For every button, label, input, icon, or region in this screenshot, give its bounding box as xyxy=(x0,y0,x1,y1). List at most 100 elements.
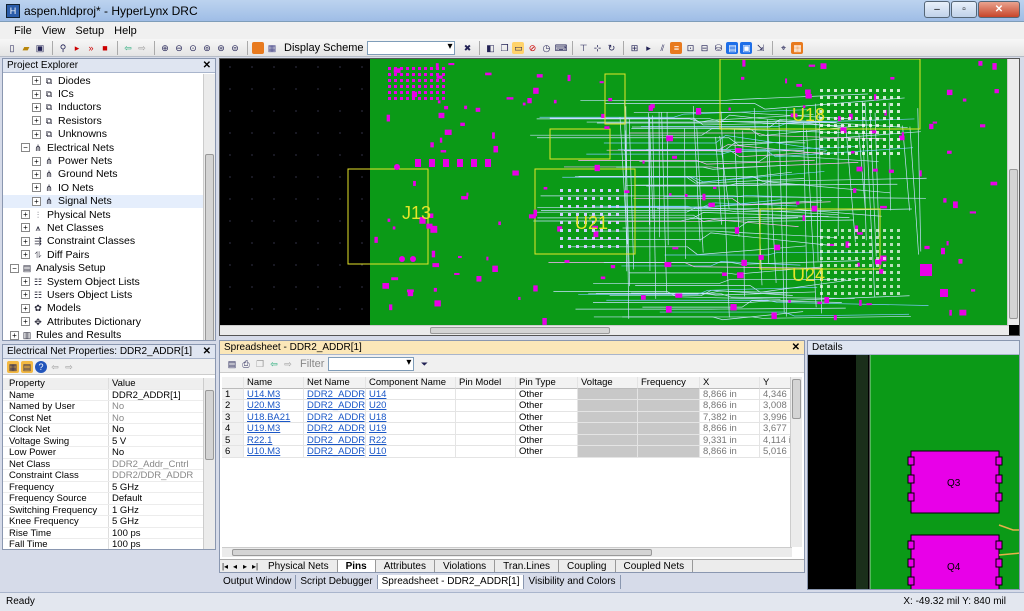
cell-comp[interactable]: U19 xyxy=(366,423,456,435)
check-icon[interactable]: ▣ xyxy=(740,41,753,54)
cell-name[interactable]: U20.M3 xyxy=(244,400,304,412)
maximize-button[interactable]: ▫ xyxy=(951,1,977,18)
sheet-tab[interactable]: Tran.Lines xyxy=(495,559,560,572)
expand-toggle-icon[interactable]: + xyxy=(32,116,41,126)
sheet-tab[interactable]: Coupled Nets xyxy=(616,559,694,572)
layer-stack-icon[interactable]: ≡ xyxy=(670,41,683,54)
property-row[interactable]: Rise Time 100 ps xyxy=(3,527,203,539)
tree-item[interactable]: + ☷ Users Object Lists xyxy=(3,288,203,301)
rule-icon[interactable]: ⊟ xyxy=(698,42,710,54)
tree-item[interactable]: + ⩚ Net Classes xyxy=(3,221,203,234)
expand-toggle-icon[interactable]: + xyxy=(32,156,41,166)
run-icon[interactable]: ▸ xyxy=(71,42,83,54)
close-window-button[interactable]: ✕ xyxy=(978,1,1020,18)
column-header[interactable]: Net Name xyxy=(304,377,366,389)
expand-toggle-icon[interactable]: + xyxy=(21,290,30,300)
keyboard-icon[interactable]: ⌨ xyxy=(554,42,567,54)
menu-file[interactable]: File xyxy=(14,25,32,37)
bottom-tab[interactable]: Spreadsheet - DDR2_ADDR[1] xyxy=(377,575,525,589)
search-icon[interactable]: ⚲ xyxy=(57,42,69,54)
database-icon[interactable]: ⛁ xyxy=(712,42,724,54)
property-row[interactable]: Knee Frequency 5 GHz xyxy=(3,516,203,528)
table-row[interactable]: 3 U18.BA21 DDR2_ADDR[U18 Other 7,382 in 3,996… xyxy=(222,411,802,423)
cell-name[interactable]: R22.1 xyxy=(244,434,304,446)
bottom-tab[interactable]: Visibility and Colors xyxy=(524,575,621,589)
expand-toggle-icon[interactable]: − xyxy=(10,263,19,273)
sheet-tab[interactable]: Coupling xyxy=(559,559,616,572)
cell-name[interactable]: U10.M3 xyxy=(244,446,304,458)
properties-icon[interactable]: ▦ xyxy=(791,41,804,54)
zoom-previous-icon[interactable]: ⊛ xyxy=(215,42,227,54)
back-arrow-icon[interactable]: ⇦ xyxy=(49,361,61,373)
layer-color-icon[interactable] xyxy=(252,41,264,54)
new-sheet-icon[interactable]: ▤ xyxy=(226,358,238,370)
close-panel-icon[interactable]: ✕ xyxy=(203,345,211,359)
tree-item[interactable]: − ⋔ Electrical Nets xyxy=(3,141,203,154)
zoom-fit-icon[interactable]: ⊚ xyxy=(201,42,213,54)
property-row[interactable]: Clock Net No xyxy=(3,424,203,436)
cell-comp[interactable]: R22 xyxy=(366,434,456,446)
pcb-vertical-scrollbar[interactable] xyxy=(1007,59,1019,325)
expand-toggle-icon[interactable]: + xyxy=(32,102,41,112)
expand-toggle-icon[interactable]: + xyxy=(21,303,30,313)
sheet-tab[interactable]: Violations xyxy=(435,559,496,572)
property-value[interactable]: 1 GHz xyxy=(109,505,139,515)
expand-toggle-icon[interactable]: + xyxy=(32,129,41,139)
prev-tab-icon[interactable]: ◂ xyxy=(230,562,240,571)
table-row[interactable]: 4 U19.M3 DDR2_ADDR[U19 Other 8,866 in 3,677 i… xyxy=(222,423,802,435)
property-row[interactable]: Fall Time 100 ps xyxy=(3,539,203,549)
cell-comp[interactable]: U10 xyxy=(366,446,456,458)
forward-arrow-icon[interactable]: ⇨ xyxy=(63,361,75,373)
cell-name[interactable]: U19.M3 xyxy=(244,423,304,435)
alphabetical-icon[interactable]: ▤ xyxy=(21,360,33,373)
property-value[interactable]: Default xyxy=(109,493,142,503)
categorized-icon[interactable]: ▦ xyxy=(7,360,19,373)
grid-icon[interactable]: ▦ xyxy=(266,42,278,54)
expand-toggle-icon[interactable]: + xyxy=(10,330,19,340)
cell-net[interactable]: DDR2_ADDR[ xyxy=(304,411,366,423)
property-value[interactable]: DDR2/DDR_ADDR xyxy=(109,470,193,480)
property-value[interactable]: DDR2_ADDR[1] xyxy=(109,390,181,400)
sheet-tab[interactable]: Attributes xyxy=(376,559,435,572)
cell-name[interactable]: U14.M3 xyxy=(244,388,304,400)
cell-name[interactable]: U18.BA21 xyxy=(244,411,304,423)
filter-input[interactable] xyxy=(328,356,415,371)
save-icon[interactable]: ▣ xyxy=(34,42,46,54)
run-batch-icon[interactable]: » xyxy=(85,42,97,54)
filter-icon[interactable]: ⏷ xyxy=(418,358,430,370)
zoom-area-icon[interactable]: ⊙ xyxy=(187,42,199,54)
tree-item[interactable]: + ⧉ Inductors xyxy=(3,101,203,114)
close-panel-icon[interactable]: ✕ xyxy=(792,341,800,355)
stop-icon[interactable]: ■ xyxy=(99,42,111,54)
analysis-icon[interactable]: ⊡ xyxy=(684,42,696,54)
property-value[interactable]: No xyxy=(109,424,124,434)
tree-item[interactable]: + ⇶ Constraint Classes xyxy=(3,235,203,248)
table-row[interactable]: 1 U14.M3 DDR2_ADDR[U14 Other 8,866 in 4,346 i… xyxy=(222,388,802,400)
zoom-board-icon[interactable]: ⊜ xyxy=(229,42,241,54)
expand-toggle-icon[interactable]: + xyxy=(32,183,41,193)
new-file-icon[interactable]: ▯ xyxy=(6,42,18,54)
tree-item[interactable]: + ⋔ Ground Nets xyxy=(3,168,203,181)
back-arrow-icon[interactable]: ⇦ xyxy=(268,358,280,370)
properties-scrollbar[interactable] xyxy=(203,378,215,549)
zoom-out-icon[interactable]: ⊖ xyxy=(173,42,185,54)
tree-item[interactable]: + ⧉ ICs xyxy=(3,87,203,100)
first-tab-icon[interactable]: |◂ xyxy=(220,562,230,571)
expand-toggle-icon[interactable]: + xyxy=(21,317,30,327)
table-row[interactable]: 6 U10.M3 DDR2_ADDR[U10 Other 8,866 in 5,016 i… xyxy=(222,446,802,458)
open-folder-icon[interactable]: ▰ xyxy=(20,42,32,54)
measure-icon[interactable]: ⊤ xyxy=(577,42,589,54)
tree-item[interactable]: + ✿ Models xyxy=(3,302,203,315)
diff-pair-icon[interactable]: ⫽ xyxy=(656,42,668,54)
highlight-icon[interactable]: ◧ xyxy=(484,42,496,54)
no-entry-icon[interactable]: ⊘ xyxy=(526,42,538,54)
property-row[interactable]: Frequency 5 GHz xyxy=(3,481,203,493)
tree-item[interactable]: + ⋔ Signal Nets xyxy=(3,194,203,208)
last-tab-icon[interactable]: ▸| xyxy=(250,562,260,571)
zoom-in-icon[interactable]: ⊕ xyxy=(159,42,171,54)
bottom-tab[interactable]: Script Debugger xyxy=(296,575,378,589)
back-arrow-icon[interactable]: ⇦ xyxy=(122,42,134,54)
pin-icon[interactable]: ▸ xyxy=(642,42,654,54)
tree-item[interactable]: + ⋔ IO Nets xyxy=(3,181,203,194)
property-value[interactable]: 5 GHz xyxy=(109,516,139,526)
